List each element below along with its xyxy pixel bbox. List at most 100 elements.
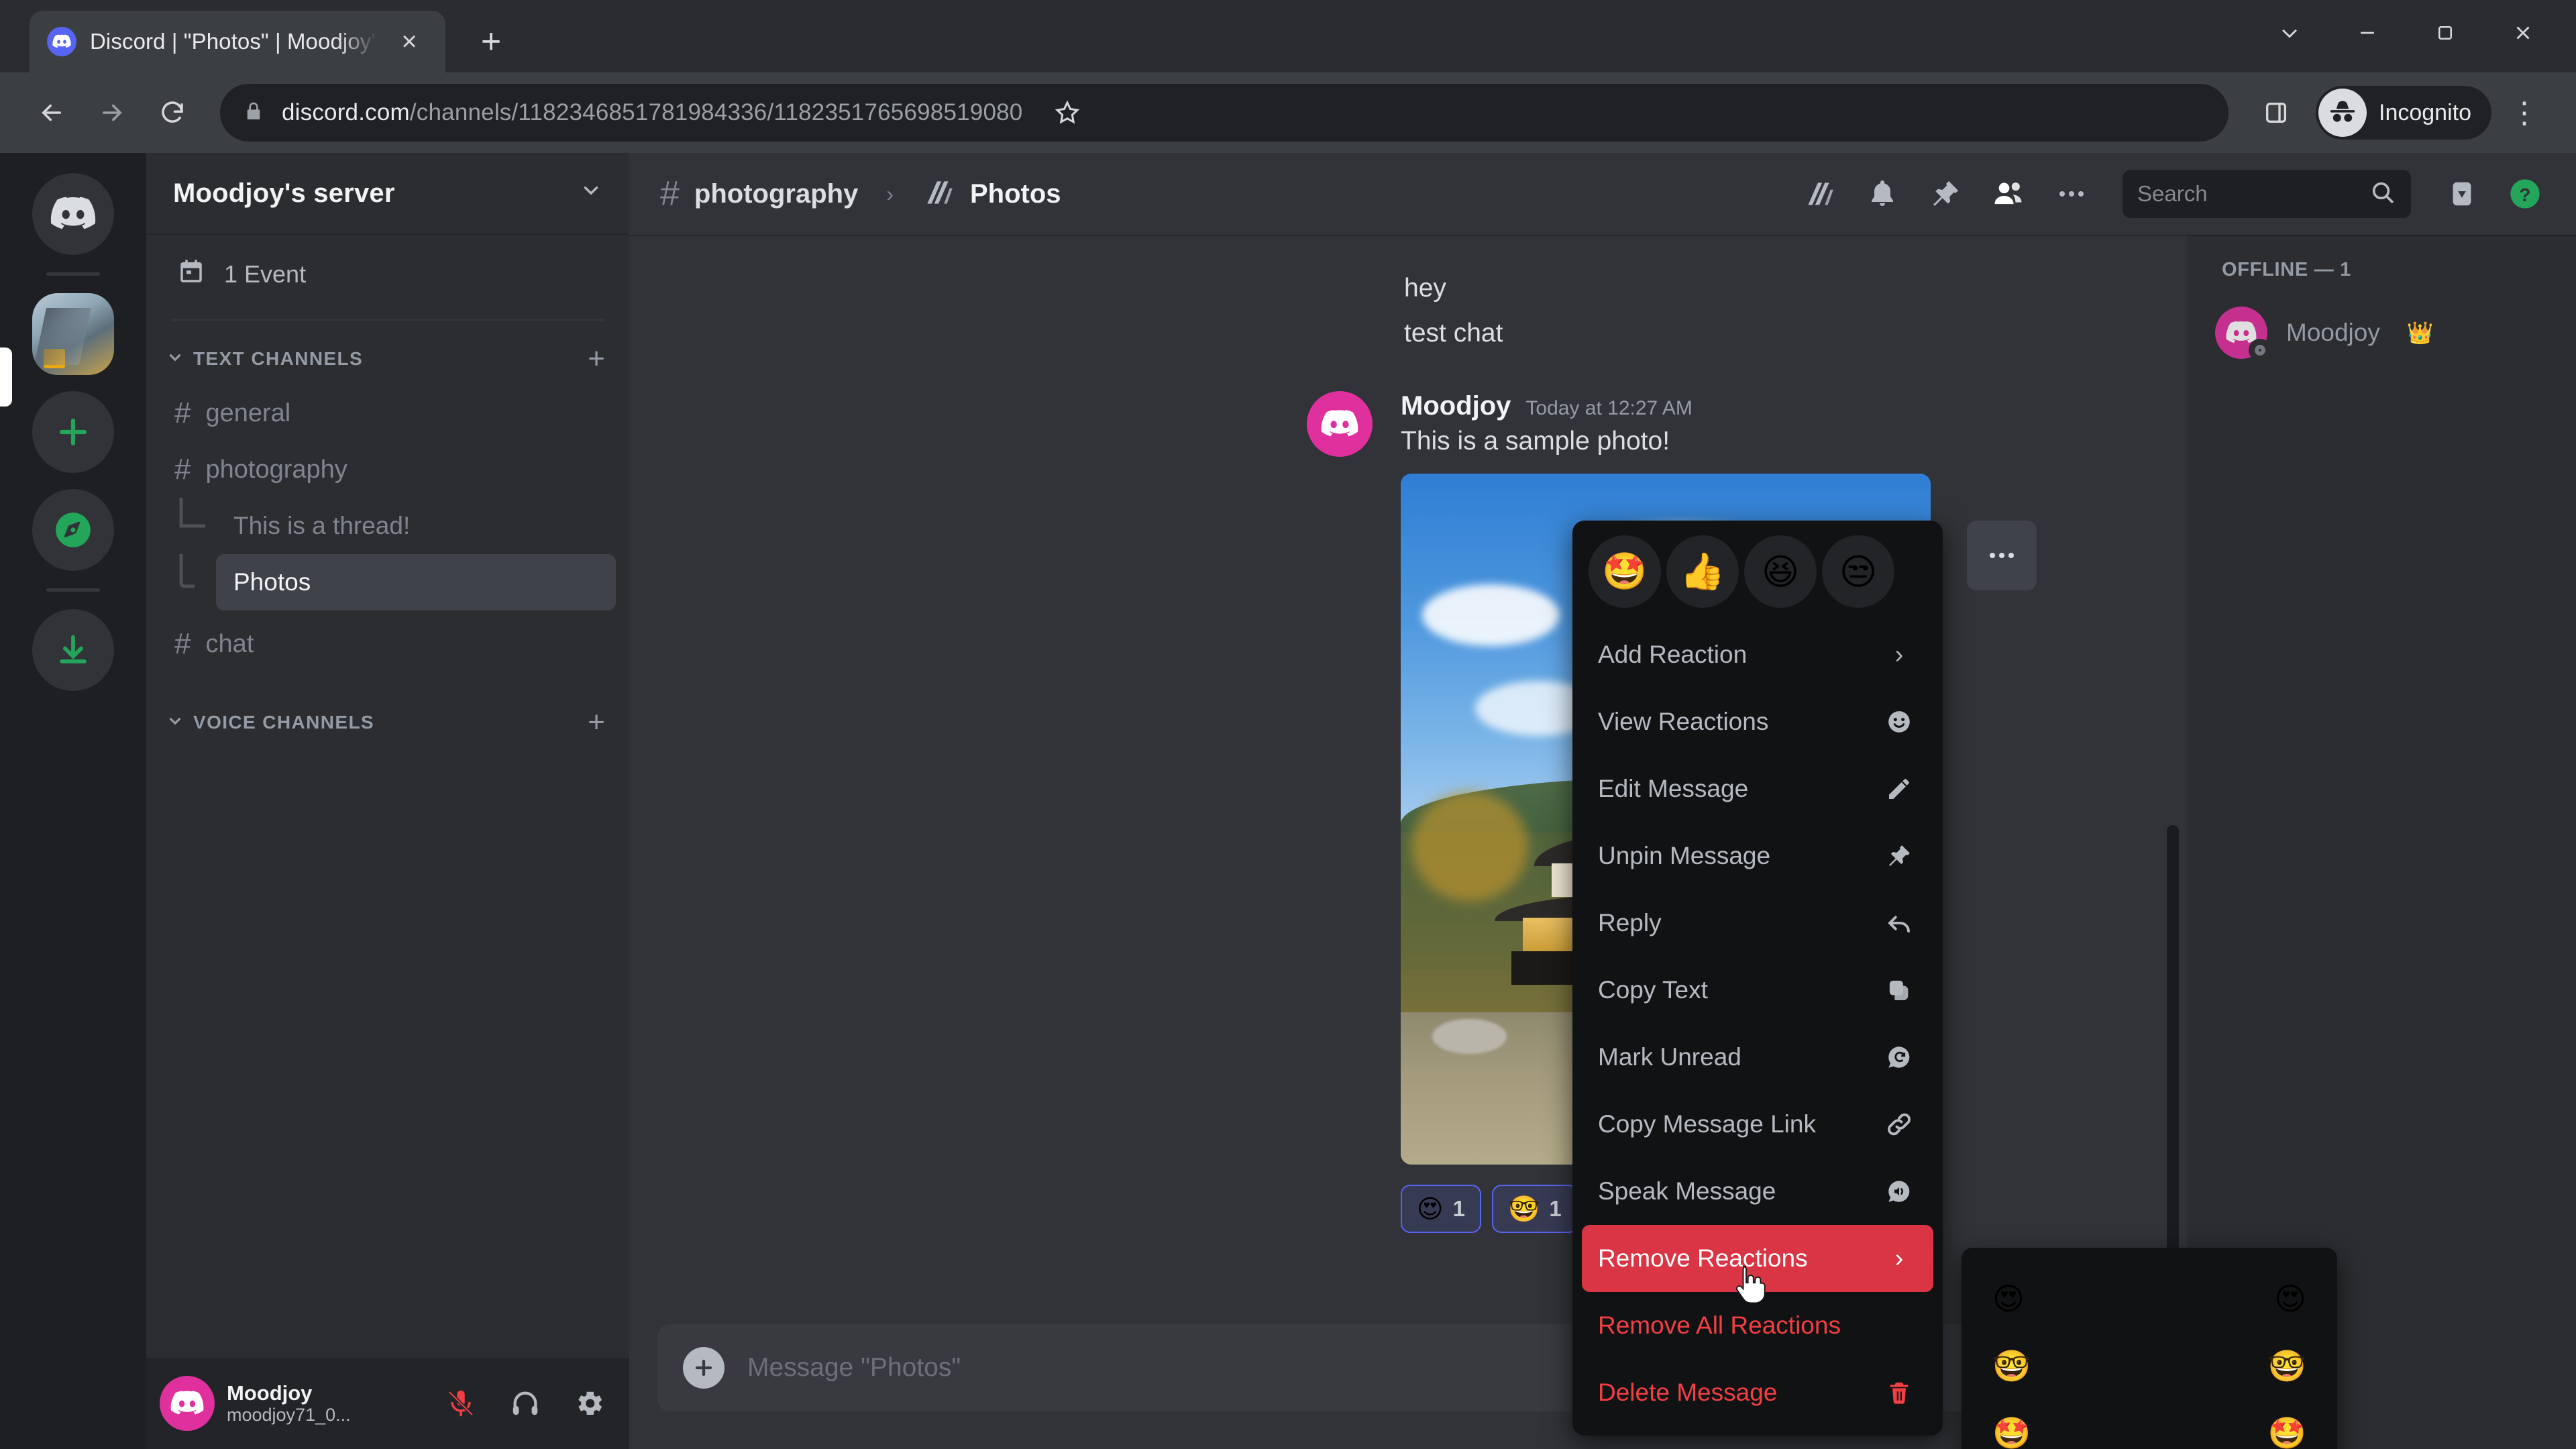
window-minimize-button[interactable]: [2330, 9, 2404, 56]
breadcrumb[interactable]: # photography › Photos: [660, 176, 1061, 213]
member-list-item[interactable]: Moodjoy 👑: [2187, 297, 2576, 368]
message-line: test chat: [1404, 319, 1503, 348]
browser-window: Discord | "Photos" | Moodjoy's s × + dis…: [0, 0, 2576, 1449]
add-voice-channel-button[interactable]: +: [588, 708, 605, 737]
category-voice-channels[interactable]: VOICE CHANNELS +: [146, 696, 629, 749]
guild-moodjoys-server[interactable]: [32, 293, 114, 375]
inbox-icon[interactable]: [2434, 166, 2490, 222]
browser-menu-icon[interactable]: ⋮: [2497, 85, 2552, 140]
explore-servers-button[interactable]: [32, 489, 114, 571]
channel-sidebar: Moodjoy's server 1 Event TEXT CHANNELS +: [146, 153, 629, 1449]
threads-icon[interactable]: [1791, 166, 1847, 222]
header-actions: Search ?: [1791, 166, 2553, 222]
server-header[interactable]: Moodjoy's server: [146, 153, 629, 235]
help-icon[interactable]: ?: [2497, 166, 2553, 222]
members-icon[interactable]: [1980, 166, 2037, 222]
message-header: Moodjoy Today at 12:27 AM: [1401, 391, 2147, 421]
channel-header: # photography › Photos Search ?: [629, 153, 2576, 235]
submenu-row[interactable]: 🤩 🤩: [1992, 1399, 2306, 1449]
submenu-row[interactable]: 🤓 🤓: [1992, 1332, 2306, 1399]
window-controls: [2253, 9, 2560, 56]
submenu-emoji-left: 🤓: [1992, 1348, 2031, 1384]
add-server-button[interactable]: [32, 391, 114, 473]
window-maximize-button[interactable]: [2408, 9, 2482, 56]
sidebar-thread-this-is-a-thread[interactable]: This is a thread!: [160, 498, 616, 554]
window-minimize-all-button[interactable]: [2253, 9, 2326, 56]
composer-wrapper: Message "Photos" GIF: [629, 1324, 2187, 1449]
lock-icon: [243, 101, 264, 125]
incognito-profile-button[interactable]: Incognito: [2316, 86, 2491, 140]
address-bar[interactable]: discord.com/channels/1182346851781984336…: [220, 84, 2229, 142]
menu-item-add-reaction[interactable]: Add Reaction ›: [1582, 621, 1933, 688]
browser-tab[interactable]: Discord | "Photos" | Moodjoy's s ×: [30, 11, 445, 72]
user-panel: Moodjoy moodjoy71_0...: [146, 1358, 629, 1449]
server-name: Moodjoy's server: [173, 178, 395, 208]
headphones-icon[interactable]: [499, 1377, 551, 1430]
category-text-channels[interactable]: TEXT CHANNELS +: [146, 333, 629, 385]
thread-branch-icon: [174, 498, 216, 554]
back-icon[interactable]: [24, 85, 79, 140]
download-apps-button[interactable]: [32, 609, 114, 691]
add-channel-button[interactable]: +: [588, 344, 605, 374]
guild-home-button[interactable]: [32, 173, 114, 255]
thread-label: This is a thread!: [233, 512, 411, 539]
quick-reaction-button[interactable]: 😆: [1744, 535, 1817, 608]
discord-favicon-icon: [47, 27, 76, 56]
reaction-chip[interactable]: 😍 1: [1401, 1184, 1481, 1233]
menu-item-mark-unread[interactable]: Mark Unread: [1582, 1024, 1933, 1091]
quick-reaction-button[interactable]: 👍: [1666, 535, 1739, 608]
more-icon[interactable]: [2043, 166, 2100, 222]
tab-title: Discord | "Photos" | Moodjoy's s: [90, 29, 377, 54]
message-timestamp: Today at 12:27 AM: [1525, 396, 1693, 419]
breadcrumb-parent: photography: [694, 178, 859, 209]
menu-item-reply[interactable]: Reply: [1582, 890, 1933, 957]
reaction-chip[interactable]: 🤓 1: [1491, 1184, 1578, 1233]
avatar[interactable]: [160, 1376, 215, 1431]
menu-item-speak-message[interactable]: Speak Message: [1582, 1158, 1933, 1225]
message-more-options-button[interactable]: [1967, 521, 2037, 590]
menu-item-unpin-message[interactable]: Unpin Message: [1582, 822, 1933, 890]
events-button[interactable]: 1 Event: [146, 235, 629, 314]
svg-text:?: ?: [2519, 184, 2530, 205]
guild-rail: [0, 153, 146, 1449]
quick-reaction-row: 🤩 👍 😆 😒: [1572, 521, 1943, 617]
microphone-muted-icon[interactable]: [435, 1377, 487, 1430]
bookmark-star-icon[interactable]: [1040, 85, 1095, 140]
incognito-icon: [2318, 89, 2367, 137]
sidebar-channel-general[interactable]: # general: [160, 385, 616, 441]
quick-reaction-button[interactable]: 🤩: [1589, 535, 1661, 608]
pin-icon: [1881, 843, 1917, 869]
bell-icon[interactable]: [1854, 166, 1911, 222]
menu-item-label: Edit Message: [1598, 775, 1749, 802]
quick-reaction-button[interactable]: 😒: [1822, 535, 1894, 608]
sidebar-channel-photography[interactable]: # photography: [160, 441, 616, 498]
message-author[interactable]: Moodjoy: [1401, 391, 1511, 421]
sidebar-channel-chat[interactable]: # chat: [160, 616, 616, 672]
pin-icon[interactable]: [1917, 166, 1974, 222]
browser-toolbar: discord.com/channels/1182346851781984336…: [0, 72, 2576, 153]
reload-icon[interactable]: [145, 85, 200, 140]
menu-item-view-reactions[interactable]: View Reactions: [1582, 688, 1933, 755]
discord-app: Moodjoy's server 1 Event TEXT CHANNELS +: [0, 153, 2576, 1449]
url-text: discord.com/channels/1182346851781984336…: [282, 99, 1022, 126]
tab-close-icon[interactable]: ×: [390, 23, 428, 60]
user-identity[interactable]: Moodjoy moodjoy71_0...: [227, 1381, 423, 1426]
message-scroll[interactable]: hey test chat Moodjoy Today at 12:27 AM: [629, 235, 2187, 1324]
message-text: This is a sample photo!: [1401, 426, 1670, 455]
speaker-icon: [1881, 1177, 1917, 1205]
search-input[interactable]: Search: [2123, 170, 2411, 218]
menu-item-copy-message-link[interactable]: Copy Message Link: [1582, 1091, 1933, 1158]
submenu-row[interactable]: 😍 😍: [1992, 1265, 2306, 1332]
sidebar-thread-photos[interactable]: Photos: [160, 554, 616, 610]
window-close-button[interactable]: [2486, 9, 2560, 56]
menu-item-edit-message[interactable]: Edit Message: [1582, 755, 1933, 822]
avatar[interactable]: [1307, 390, 1373, 457]
menu-item-copy-text[interactable]: Copy Text: [1582, 957, 1933, 1024]
side-panel-icon[interactable]: [2249, 85, 2304, 140]
gear-icon[interactable]: [564, 1377, 616, 1430]
forward-icon[interactable]: [85, 85, 140, 140]
attach-button[interactable]: [683, 1347, 724, 1389]
new-tab-button[interactable]: +: [460, 11, 522, 72]
menu-item-delete-message[interactable]: Delete Message: [1582, 1359, 1933, 1426]
category-label: VOICE CHANNELS: [193, 712, 375, 733]
